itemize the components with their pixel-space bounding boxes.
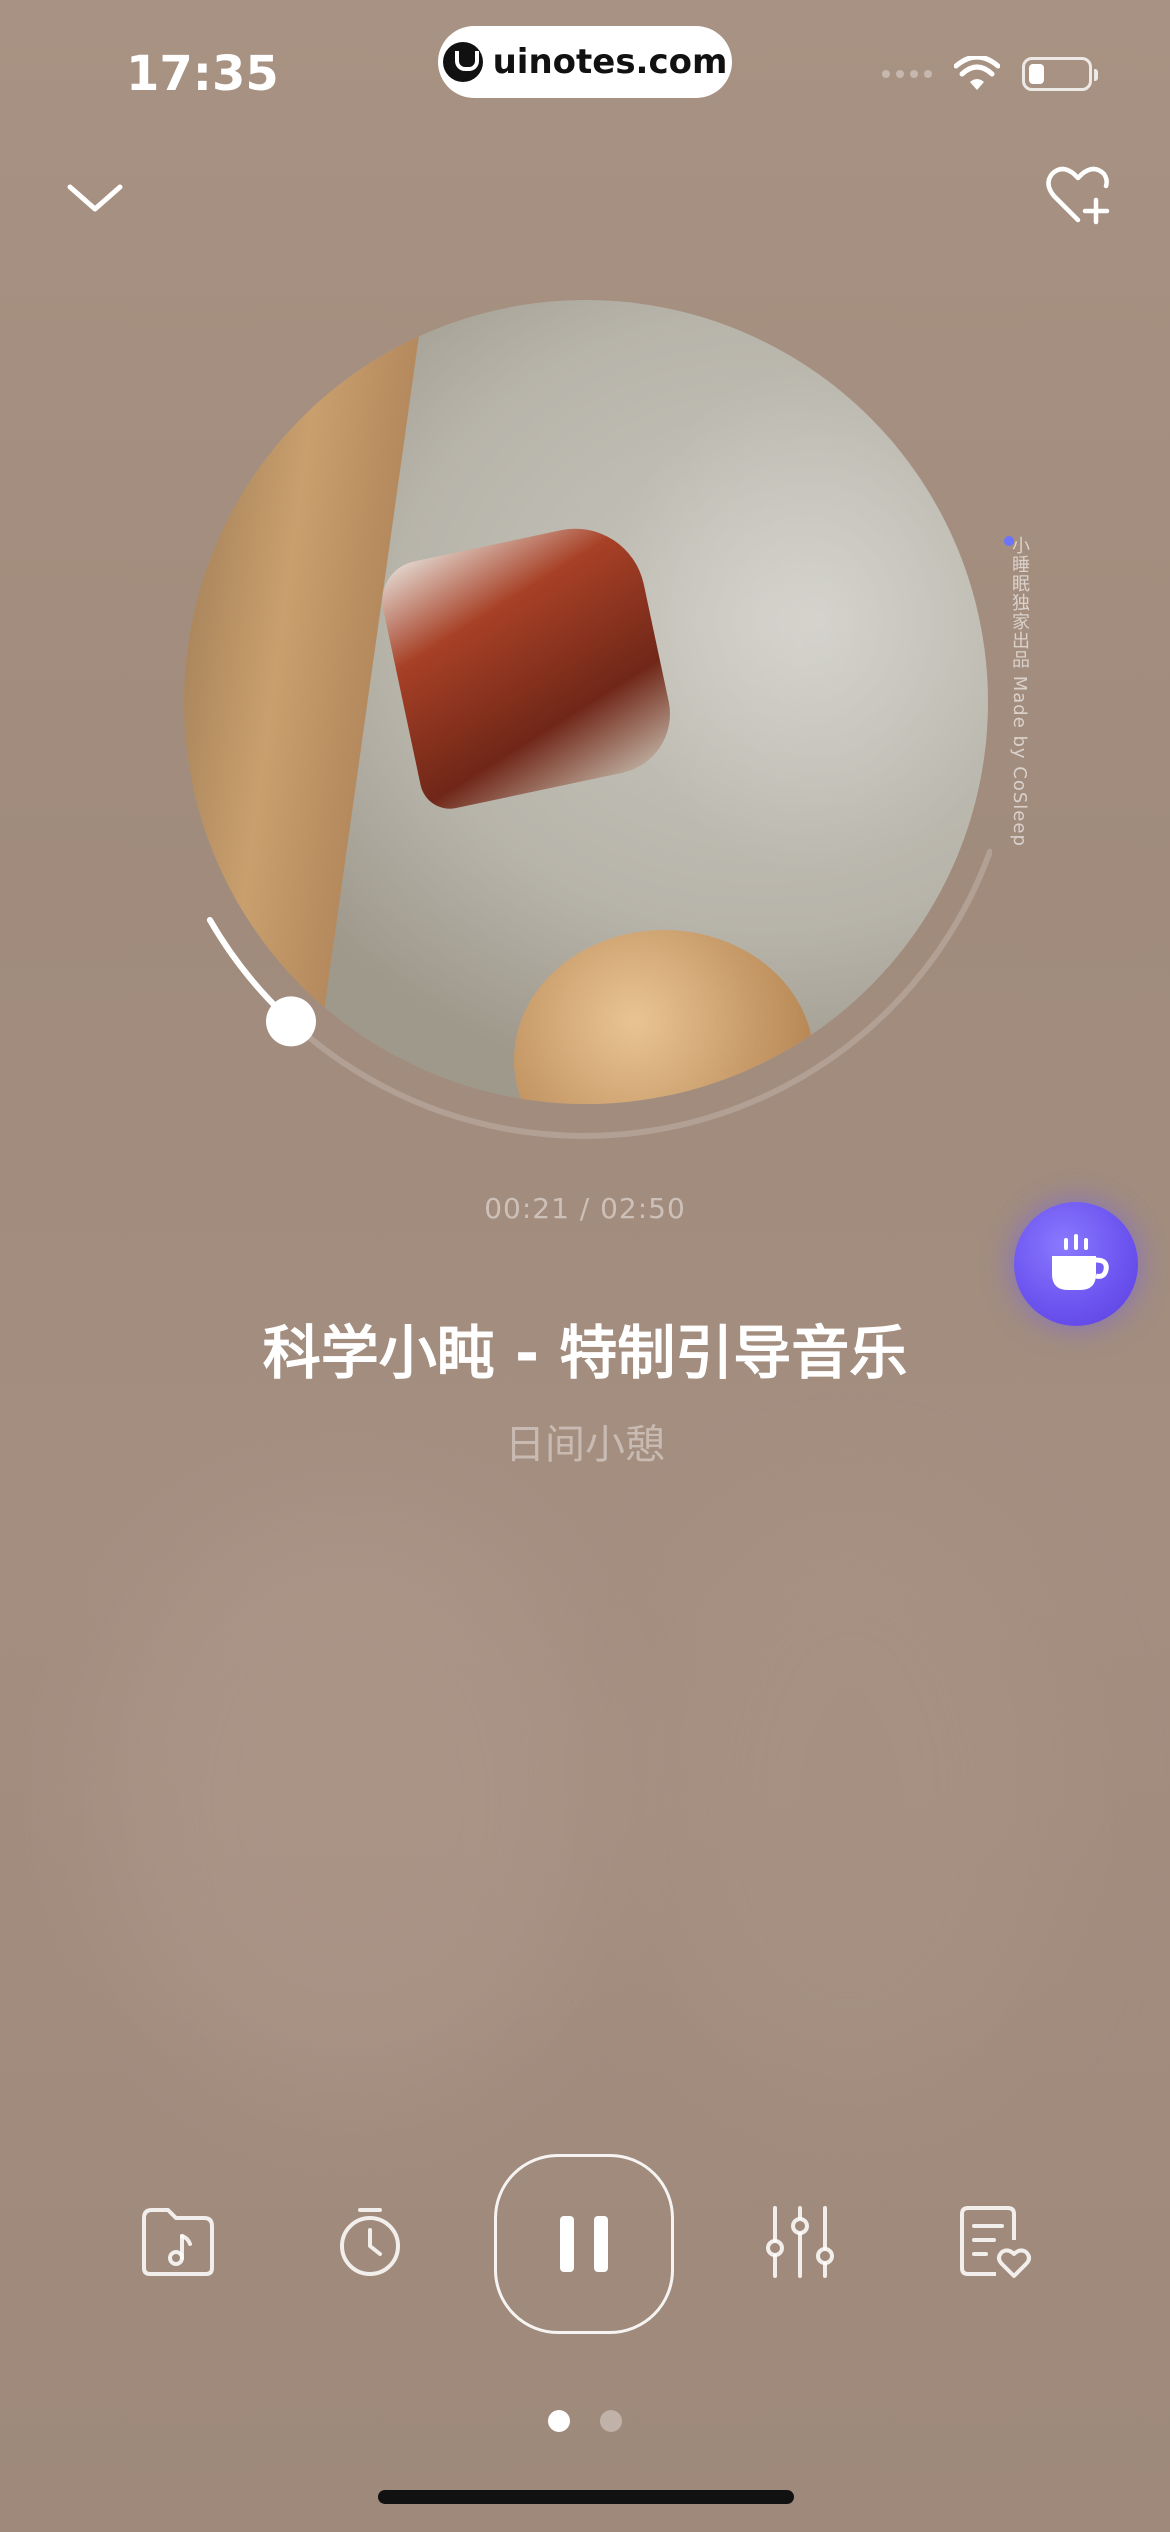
- credit-text: 小睡眠独家出品 Made by CoSleep: [1009, 536, 1030, 847]
- status-time: 17:35: [126, 46, 279, 102]
- music-folder-button[interactable]: [138, 2202, 218, 2282]
- pause-icon: [560, 2216, 608, 2272]
- chevron-down-icon: [67, 184, 123, 212]
- signal-icon: [882, 70, 932, 78]
- url-text: uinotes.com: [492, 42, 728, 82]
- heart-plus-icon: [1046, 166, 1110, 225]
- progress-knob[interactable]: [266, 996, 316, 1047]
- status-icons: [882, 56, 1098, 92]
- battery-icon: [1022, 57, 1098, 91]
- uinotes-logo-icon: [442, 42, 483, 82]
- artwork-area: [176, 296, 992, 1176]
- favorites-list-icon: [960, 2206, 1031, 2278]
- background-blur: [640, 1500, 1060, 2100]
- coffee-floating-button[interactable]: [1014, 1202, 1138, 1326]
- coffee-cup-icon: [1052, 1234, 1109, 1290]
- player-controls: [0, 2150, 1170, 2340]
- music-folder-icon: [142, 2208, 214, 2276]
- timer-icon: [340, 2208, 400, 2276]
- timer-button[interactable]: [330, 2202, 410, 2282]
- wifi-icon: [954, 56, 1000, 90]
- time-display: 00:21 / 02:50: [484, 1192, 686, 1225]
- url-badge: uinotes.com: [438, 26, 732, 98]
- page-dot[interactable]: [600, 2410, 622, 2432]
- add-favorite-button[interactable]: [1044, 160, 1116, 230]
- song-subtitle: 日间小憩: [505, 1422, 665, 1468]
- collapse-button[interactable]: [62, 165, 128, 231]
- background-blur: [100, 1500, 600, 2100]
- page-dot[interactable]: [548, 2410, 570, 2432]
- progress-ring[interactable]: [176, 296, 992, 1176]
- favorites-list-button[interactable]: [954, 2202, 1034, 2282]
- home-indicator: [378, 2490, 794, 2504]
- mixer-icon: [766, 2206, 834, 2278]
- page-indicator[interactable]: [0, 2410, 1170, 2432]
- song-title: 科学小盹 - 特制引导音乐: [262, 1319, 908, 1387]
- pause-button[interactable]: [494, 2154, 674, 2334]
- mixer-button[interactable]: [760, 2202, 840, 2282]
